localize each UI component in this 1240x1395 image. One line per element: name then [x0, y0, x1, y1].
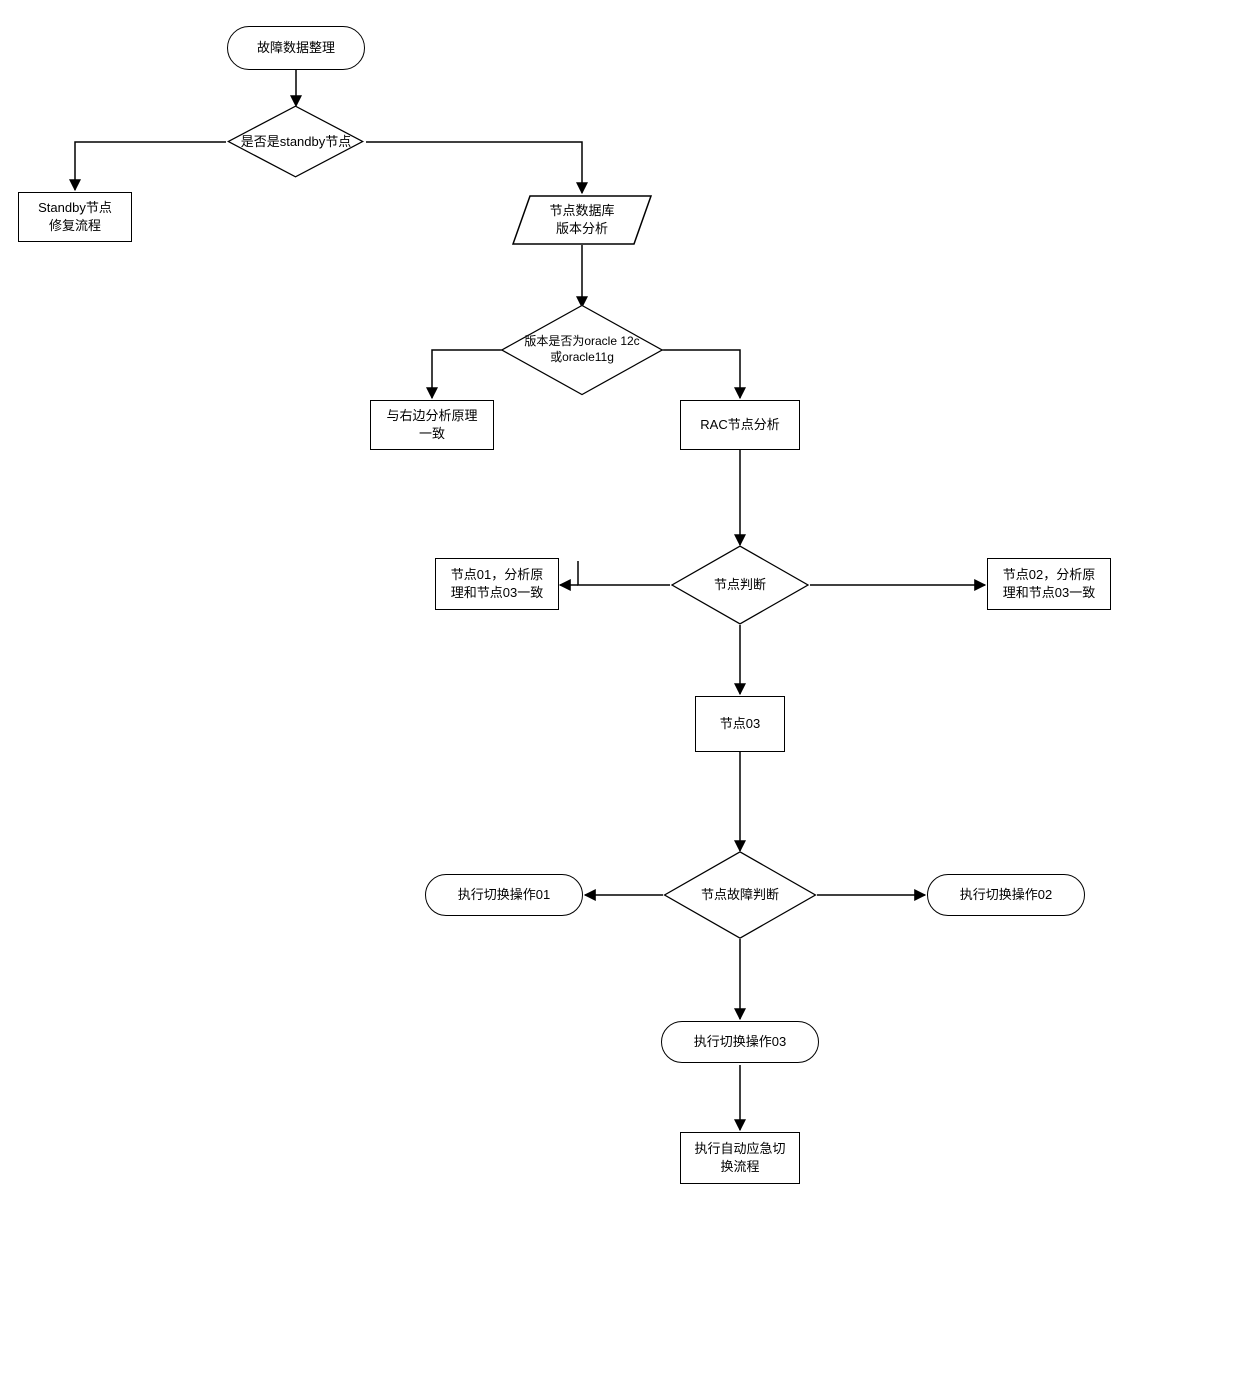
version-analysis-node: 节点数据库 版本分析 — [512, 195, 652, 245]
auto-switch-label: 执行自动应急切 换流程 — [694, 1140, 785, 1176]
decision-node: 节点判断 — [670, 545, 810, 625]
op03-node: 执行切换操作03 — [661, 1021, 819, 1063]
standby-repair-node: Standby节点 修复流程 — [18, 192, 132, 242]
node03-box: 节点03 — [695, 696, 785, 752]
auto-switch-node: 执行自动应急切 换流程 — [680, 1132, 800, 1184]
same-as-right-label: 与右边分析原理 一致 — [386, 407, 477, 443]
op02-label: 执行切换操作02 — [960, 886, 1052, 904]
node01-box: 节点01，分析原 理和节点03一致 — [435, 558, 559, 610]
node01-label: 节点01，分析原 理和节点03一致 — [451, 566, 543, 602]
rac-analysis-label: RAC节点分析 — [700, 416, 779, 434]
decision-standby: 是否是standby节点 — [226, 106, 366, 178]
node02-box: 节点02，分析原 理和节点03一致 — [987, 558, 1111, 610]
op01-label: 执行切换操作01 — [458, 886, 550, 904]
node02-label: 节点02，分析原 理和节点03一致 — [1003, 566, 1095, 602]
start-node: 故障数据整理 — [227, 26, 365, 70]
version-analysis-label: 节点数据库 版本分析 — [549, 202, 614, 238]
decision-fault: 节点故障判断 — [663, 851, 817, 939]
start-label: 故障数据整理 — [257, 39, 335, 57]
same-as-right-node: 与右边分析原理 一致 — [370, 400, 494, 450]
node03-label: 节点03 — [720, 715, 760, 733]
decision-node-label: 节点判断 — [710, 577, 770, 594]
op03-label: 执行切换操作03 — [694, 1033, 786, 1051]
decision-version: 版本是否为oracle 12c 或oracle11g — [498, 305, 666, 395]
decision-standby-label: 是否是standby节点 — [237, 134, 356, 151]
op01-node: 执行切换操作01 — [425, 874, 583, 916]
decision-fault-label: 节点故障判断 — [697, 887, 783, 904]
op02-node: 执行切换操作02 — [927, 874, 1085, 916]
standby-repair-label: Standby节点 修复流程 — [38, 199, 112, 235]
decision-version-label: 版本是否为oracle 12c 或oracle11g — [520, 334, 643, 365]
rac-analysis-node: RAC节点分析 — [680, 400, 800, 450]
